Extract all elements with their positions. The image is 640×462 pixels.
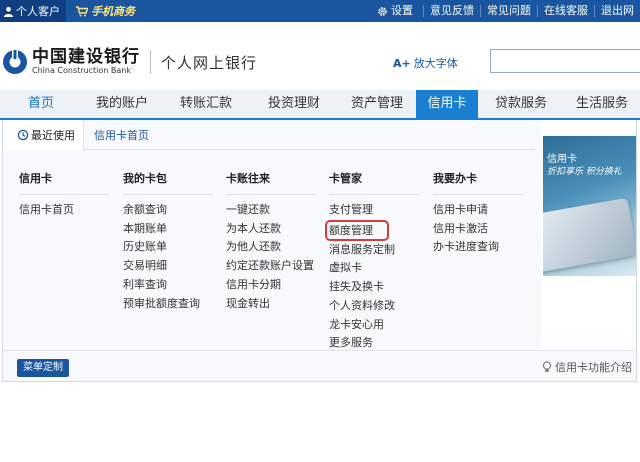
menu-item[interactable]: 信用卡激活	[433, 220, 523, 239]
nav-item-transfer[interactable]: 转账汇款	[162, 90, 250, 118]
search-input[interactable]	[490, 49, 640, 73]
credit-card-image	[543, 197, 636, 273]
menu-column-card-transactions: 卡账往来 一键还款 为本人还款 为他人还款 约定还款账户设置 信用卡分期 现金转…	[226, 170, 316, 313]
menu-item[interactable]: 一键还款	[226, 201, 316, 220]
top-bar: 个人客户 手机商务 设置 意见反馈 常见问题 在线客服 退出网	[0, 0, 640, 22]
credit-card-intro-link[interactable]: 信用卡功能介绍	[542, 359, 632, 375]
ccb-logo-icon	[3, 49, 27, 74]
faq-link[interactable]: 常见问题	[480, 5, 537, 17]
recent-use-tab[interactable]: 最近使用	[3, 119, 84, 150]
menu-item[interactable]: 信用卡申请	[433, 201, 523, 220]
menu-item[interactable]: 历史账单	[123, 238, 213, 257]
logout-link[interactable]: 退出网	[594, 5, 640, 17]
bank-logo[interactable]: 中国建设银行 China Construction Bank 个人网上银行	[2, 48, 257, 76]
menu-item[interactable]: 支付管理	[329, 201, 419, 220]
menu-item[interactable]: 余额查询	[123, 201, 213, 220]
feedback-link[interactable]: 意见反馈	[423, 5, 480, 17]
promo-image: 信用卡 折扣享乐 积分换礼	[543, 136, 636, 276]
menu-column-my-card-wallet: 我的卡包 余额查询 本期账单 历史账单 交易明细 利率查询 预审批额度查询	[123, 170, 213, 313]
mobile-business-link[interactable]: 手机商务	[66, 3, 135, 19]
zoom-font-label: 放大字体	[413, 57, 458, 70]
header: 中国建设银行 China Construction Bank 个人网上银行 A+…	[0, 22, 640, 90]
menu-column-credit-card: 信用卡 信用卡首页	[19, 170, 109, 220]
credit-card-intro-label: 信用卡功能介绍	[555, 361, 632, 374]
menu-footer: 菜单定制 信用卡功能介绍	[3, 350, 636, 381]
nav-item-loan-services[interactable]: 贷款服务	[478, 90, 564, 118]
menu-column-apply-card: 我要办卡 信用卡申请 信用卡激活 办卡进度查询	[433, 170, 523, 257]
nav-item-life-services[interactable]: 生活服务	[564, 90, 640, 118]
zoom-font-button[interactable]: A+ 放大字体	[393, 55, 458, 71]
gear-icon	[378, 6, 387, 16]
credit-card-menu-panel: 最近使用 信用卡首页 信用卡 信用卡首页 我的卡包 余额查询 本期账单 历史账单…	[2, 119, 637, 382]
recent-link-credit-card-home[interactable]: 信用卡首页	[94, 127, 149, 143]
online-service-link[interactable]: 在线客服	[537, 5, 594, 17]
menu-column-title: 我的卡包	[123, 170, 213, 195]
nav-item-investment[interactable]: 投资理财	[250, 90, 338, 118]
menu-item[interactable]: 消息服务定制	[329, 241, 419, 260]
history-icon	[17, 129, 29, 140]
menu-columns: 信用卡 信用卡首页 我的卡包 余额查询 本期账单 历史账单 交易明细 利率查询 …	[3, 150, 535, 350]
promo-subtitle: 折扣享乐 积分换礼	[547, 167, 622, 177]
menu-column-title: 信用卡	[19, 170, 109, 195]
menu-item[interactable]: 利率查询	[123, 276, 213, 295]
menu-item[interactable]: 挂失及换卡	[329, 278, 419, 297]
menu-item[interactable]: 信用卡分期	[226, 276, 316, 295]
bank-name-cn: 中国建设银行	[32, 47, 140, 67]
section-title: 个人网上银行	[161, 53, 258, 72]
mobile-business-label: 手机商务	[91, 5, 135, 18]
zoom-font-icon: A+	[393, 56, 411, 70]
menu-item[interactable]: 信用卡首页	[19, 201, 109, 220]
nav-item-asset-management[interactable]: 资产管理	[338, 90, 416, 118]
personal-customer-label: 个人客户	[16, 5, 60, 18]
menu-item[interactable]: 虚拟卡	[329, 259, 419, 278]
menu-item[interactable]: 预审批额度查询	[123, 295, 213, 314]
menu-item[interactable]: 本期账单	[123, 220, 213, 239]
promo-title: 信用卡	[547, 154, 577, 165]
main-nav: 首页 我的账户 转账汇款 投资理财 资产管理 信用卡 贷款服务 生活服务	[0, 90, 640, 120]
menu-customize-button[interactable]: 菜单定制	[17, 359, 69, 377]
bank-name-en: China Construction Bank	[32, 66, 131, 75]
recent-row: 最近使用 信用卡首页	[3, 119, 535, 150]
menu-item-credit-limit-management[interactable]: 额度管理	[325, 219, 389, 241]
settings-link[interactable]: 设置	[371, 5, 423, 17]
nav-item-home[interactable]: 首页	[0, 90, 82, 118]
menu-item[interactable]: 为本人还款	[226, 220, 316, 239]
nav-item-credit-card[interactable]: 信用卡	[416, 90, 478, 118]
menu-item[interactable]: 个人资料修改	[329, 297, 419, 316]
menu-column-card-manager: 卡管家 支付管理 额度管理 消息服务定制 虚拟卡 挂失及换卡 个人资料修改 龙卡…	[325, 170, 419, 353]
menu-item[interactable]: 现金转出	[226, 295, 316, 314]
menu-item[interactable]: 交易明细	[123, 257, 213, 276]
menu-item[interactable]: 为他人还款	[226, 238, 316, 257]
cart-icon	[76, 5, 88, 16]
credit-card-promo-banner[interactable]: 信用卡 折扣享乐 积分换礼	[541, 120, 636, 350]
user-icon	[4, 6, 13, 17]
personal-customer-tab[interactable]: 个人客户	[0, 0, 66, 22]
recent-use-label: 最近使用	[31, 128, 75, 142]
menu-item[interactable]: 龙卡安心用	[329, 316, 419, 335]
logo-divider	[150, 50, 151, 74]
lightbulb-icon	[542, 361, 552, 372]
menu-column-title: 卡账往来	[226, 170, 316, 195]
menu-item[interactable]: 办卡进度查询	[433, 238, 523, 257]
menu-item[interactable]: 约定还款账户设置	[226, 257, 316, 276]
menu-column-title: 卡管家	[329, 170, 419, 195]
settings-label: 设置	[391, 4, 413, 17]
menu-column-title: 我要办卡	[433, 170, 523, 195]
nav-item-my-account[interactable]: 我的账户	[82, 90, 162, 118]
